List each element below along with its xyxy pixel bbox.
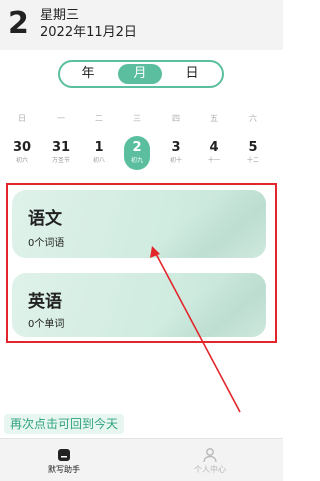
day-number: 2 (8, 6, 29, 41)
day-cell-lunar: 初九 (130, 157, 143, 164)
person-icon (202, 447, 218, 463)
tab-dictation-helper[interactable]: 默写助手 (14, 443, 114, 475)
back-to-today-hint[interactable]: 再次点击可回到今天 (4, 414, 125, 434)
day-cell[interactable]: 4 十一 (199, 140, 229, 166)
weekday-thu: 四 (172, 114, 180, 123)
weekday-label: 星期三 (40, 8, 80, 23)
weekday-sun: 日 (18, 114, 26, 123)
day-cell[interactable]: 5 十二 (238, 140, 268, 166)
tab-year[interactable]: 年 (66, 64, 110, 84)
bottom-tab-bar: 默写助手 个人中心 (0, 438, 283, 481)
day-cell[interactable]: 1 初八 (84, 140, 114, 166)
day-cell-lunar: 初十 (169, 157, 182, 164)
selected-day-highlight: 2 初九 (124, 136, 150, 170)
day-cell[interactable]: 31 万圣节 (46, 140, 76, 166)
weekday-mon: 一 (57, 114, 65, 123)
day-cell-selected[interactable]: 2 初九 (122, 136, 152, 170)
weekday-fri: 五 (210, 114, 218, 123)
tab-label: 个人中心 (194, 465, 226, 474)
tab-label: 默写助手 (48, 465, 80, 474)
day-cell-number: 30 (12, 140, 32, 155)
full-date: 2022年11月2日 (40, 25, 137, 40)
annotation-highlight-box (6, 183, 277, 343)
day-cell-lunar: 初六 (15, 157, 28, 164)
day-cell-number: 4 (209, 140, 219, 155)
date-header: 2 星期三 2022年11月2日 (0, 0, 283, 50)
day-cell-lunar: 十一 (207, 157, 220, 164)
day-cell-lunar: 万圣节 (51, 157, 70, 164)
day-cell[interactable]: 3 初十 (161, 140, 191, 166)
weekday-tue: 二 (95, 114, 103, 123)
tab-profile[interactable]: 个人中心 (160, 443, 260, 475)
weekday-wed: 三 (133, 114, 141, 123)
weekday-sat: 六 (249, 114, 257, 123)
day-cell-number: 5 (248, 140, 258, 155)
view-switch: 年 月 日 (58, 60, 224, 88)
tab-month[interactable]: 月 (118, 64, 162, 84)
day-cell-number: 1 (94, 140, 104, 155)
day-cell-number: 3 (171, 140, 181, 155)
day-cell-lunar: 十二 (246, 157, 259, 164)
day-cell-number: 2 (132, 140, 142, 155)
day-cell-lunar: 初八 (92, 157, 105, 164)
day-cell-number: 31 (51, 140, 71, 155)
day-cell[interactable]: 30 初六 (7, 140, 37, 166)
tab-day[interactable]: 日 (170, 64, 214, 84)
dictation-icon (56, 447, 72, 463)
